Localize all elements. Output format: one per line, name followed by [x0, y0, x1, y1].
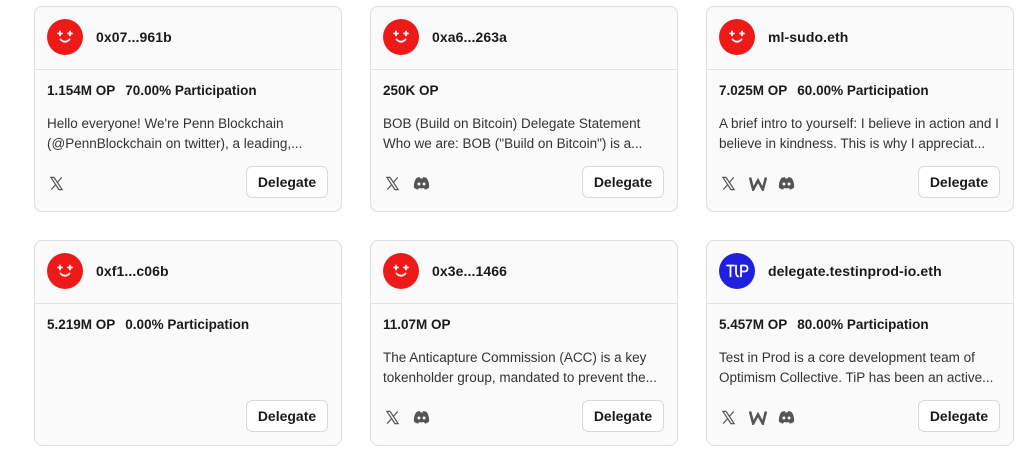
social-links — [47, 173, 66, 193]
delegate-stats: 11.07M OP — [383, 317, 451, 332]
voting-power: 5.219M OP — [47, 317, 116, 332]
delegate-statement: Hello everyone! We're Penn Blockchain (@… — [47, 116, 303, 151]
delegate-name[interactable]: 0xa6...263a — [432, 29, 507, 45]
voting-power: 250K OP — [383, 83, 439, 98]
delegate-name[interactable]: 0xf1...c06b — [96, 263, 169, 279]
x-icon[interactable] — [383, 174, 402, 193]
social-links — [719, 173, 796, 193]
social-links — [383, 407, 431, 427]
delegate-name[interactable]: ml-sudo.eth — [768, 29, 848, 45]
delegate-button[interactable]: Delegate — [918, 166, 1000, 198]
discord-icon[interactable] — [412, 408, 431, 427]
delegate-button[interactable]: Delegate — [582, 400, 664, 432]
delegate-stats: 5.457M OP 80.00% Participation — [719, 317, 929, 332]
card-header: delegate.testinprod-io.eth — [707, 241, 1013, 304]
social-links — [719, 407, 796, 427]
x-icon[interactable] — [383, 408, 402, 427]
card-header: ml-sudo.eth — [707, 7, 1013, 70]
card-header: 0x07...961b — [35, 7, 341, 70]
card-header: 0xa6...263a — [371, 7, 677, 70]
delegate-card[interactable]: delegate.testinprod-io.eth 5.457M OP 80.0… — [706, 240, 1014, 446]
participation-rate: 80.00% Participation — [797, 317, 929, 332]
delegate-card[interactable]: 0xf1...c06b 5.219M OP 0.00% Participation… — [34, 240, 342, 446]
delegate-statement: The Anticapture Commission (ACC) is a ke… — [383, 350, 657, 385]
card-header: 0x3e...1466 — [371, 241, 677, 304]
x-icon[interactable] — [719, 174, 738, 193]
delegate-statement: BOB (Build on Bitcoin) Delegate Statemen… — [383, 116, 643, 151]
tip-logo-avatar — [719, 253, 755, 289]
delegate-statement: Test in Prod is a core development team … — [719, 350, 994, 385]
delegate-name[interactable]: 0x07...961b — [96, 29, 172, 45]
x-icon[interactable] — [47, 174, 66, 193]
delegate-button[interactable]: Delegate — [246, 400, 328, 432]
delegate-stats: 5.219M OP 0.00% Participation — [47, 317, 249, 332]
optimism-avatar — [719, 19, 755, 55]
discord-icon[interactable] — [412, 174, 431, 193]
voting-power: 11.07M OP — [383, 317, 451, 332]
participation-rate: 60.00% Participation — [797, 83, 929, 98]
participation-rate: 0.00% Participation — [125, 317, 250, 332]
optimism-avatar — [383, 253, 419, 289]
participation-rate: 70.00% Participation — [125, 83, 257, 98]
delegate-card[interactable]: ml-sudo.eth 7.025M OP 60.00% Participatio… — [706, 6, 1014, 212]
delegate-statement: A brief intro to yourself: I believe in … — [719, 116, 999, 151]
delegate-button[interactable]: Delegate — [246, 166, 328, 198]
delegate-stats: 1.154M OP 70.00% Participation — [47, 83, 257, 98]
voting-power: 5.457M OP — [719, 317, 788, 332]
delegate-stats: 250K OP — [383, 83, 439, 98]
optimism-avatar — [47, 253, 83, 289]
card-header: 0xf1...c06b — [35, 241, 341, 304]
delegate-card[interactable]: 0x3e...1466 11.07M OP The Anticapture Co… — [370, 240, 678, 446]
delegate-name[interactable]: delegate.testinprod-io.eth — [768, 263, 942, 279]
optimism-avatar — [47, 19, 83, 55]
x-icon[interactable] — [719, 408, 738, 427]
delegate-name[interactable]: 0x3e...1466 — [432, 263, 507, 279]
discord-icon[interactable] — [777, 174, 796, 193]
discord-icon[interactable] — [777, 408, 796, 427]
delegate-card[interactable]: 0xa6...263a 250K OP BOB (Build on Bitcoi… — [370, 6, 678, 212]
voting-power: 7.025M OP — [719, 83, 788, 98]
warpcast-icon[interactable] — [748, 174, 767, 193]
warpcast-icon[interactable] — [748, 408, 767, 427]
delegate-button[interactable]: Delegate — [582, 166, 664, 198]
delegate-button[interactable]: Delegate — [918, 400, 1000, 432]
delegate-card[interactable]: 0x07...961b 1.154M OP 70.00% Participatio… — [34, 6, 342, 212]
social-links — [383, 173, 431, 193]
optimism-avatar — [383, 19, 419, 55]
voting-power: 1.154M OP — [47, 83, 116, 98]
delegate-stats: 7.025M OP 60.00% Participation — [719, 83, 929, 98]
